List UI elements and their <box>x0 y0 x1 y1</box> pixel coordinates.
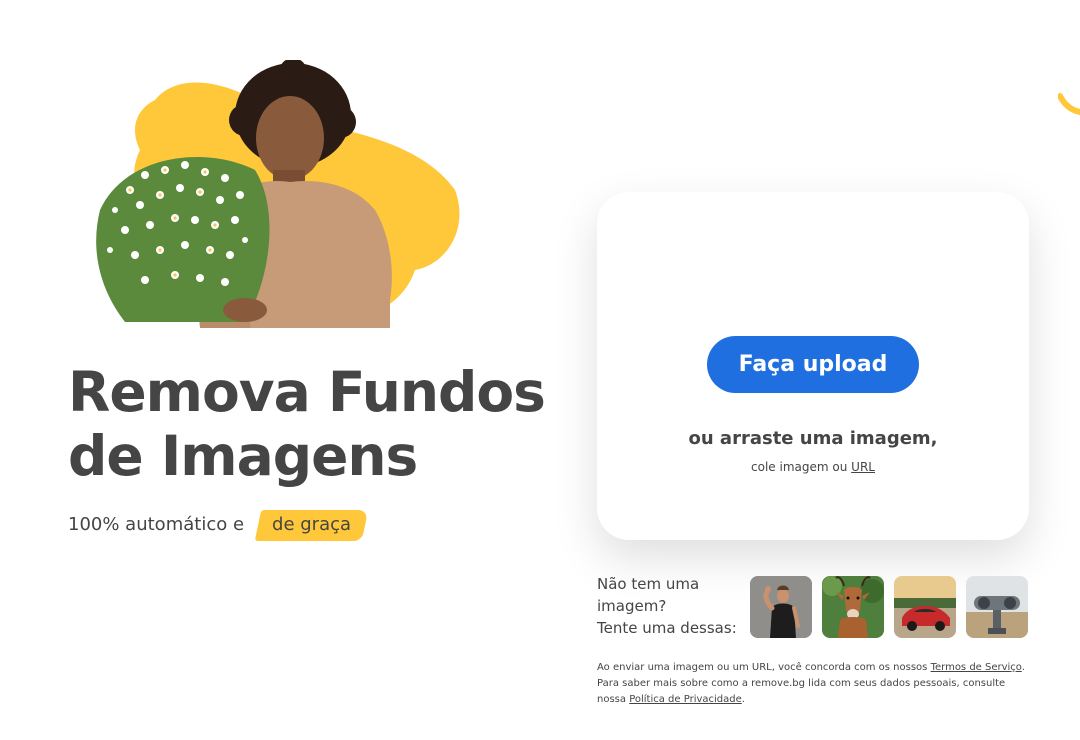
upload-button[interactable]: Faça upload <box>707 336 919 393</box>
legal-text-3: . <box>741 694 745 705</box>
subtitle-text: 100% automático e <box>68 514 245 535</box>
samples-label-line-3: Tente uma dessas: <box>597 619 737 637</box>
privacy-policy-link[interactable]: Política de Privacidade <box>629 694 742 705</box>
subtitle: 100% automático e de graça <box>68 512 365 537</box>
paste-text: cole imagem ou <box>751 460 848 474</box>
sample-image-woman[interactable] <box>750 576 812 638</box>
legal-notice: Ao enviar uma imagem ou um URL, você con… <box>597 660 1037 708</box>
decorative-shape <box>1057 92 1080 116</box>
upload-dropzone[interactable]: Faça upload ou arraste uma imagem, cole … <box>597 192 1029 540</box>
legal-text-1: Ao enviar uma imagem ou um URL, você con… <box>597 662 928 673</box>
headline-line-2: de Imagens <box>68 424 418 488</box>
url-link[interactable]: URL <box>851 460 875 474</box>
hero-image <box>85 60 470 330</box>
page-title: Remova Fundos de Imagens <box>68 360 546 488</box>
drag-instruction: ou arraste uma imagem, <box>688 428 938 449</box>
samples-label-line-1: Não tem uma <box>597 575 700 593</box>
sample-image-antelope[interactable] <box>822 576 884 638</box>
samples-label: Não tem uma imagem? Tente uma dessas: <box>597 573 747 639</box>
sample-image-binoculars[interactable] <box>966 576 1028 638</box>
terms-of-service-link[interactable]: Termos de Serviço <box>931 662 1022 673</box>
subtitle-highlight: de graça <box>258 512 365 537</box>
paste-instruction: cole imagem ou URL <box>597 460 1029 474</box>
headline-line-1: Remova Fundos <box>68 360 546 424</box>
sample-image-car[interactable] <box>894 576 956 638</box>
samples-label-line-2: imagem? <box>597 597 667 615</box>
sample-images <box>750 576 1028 638</box>
